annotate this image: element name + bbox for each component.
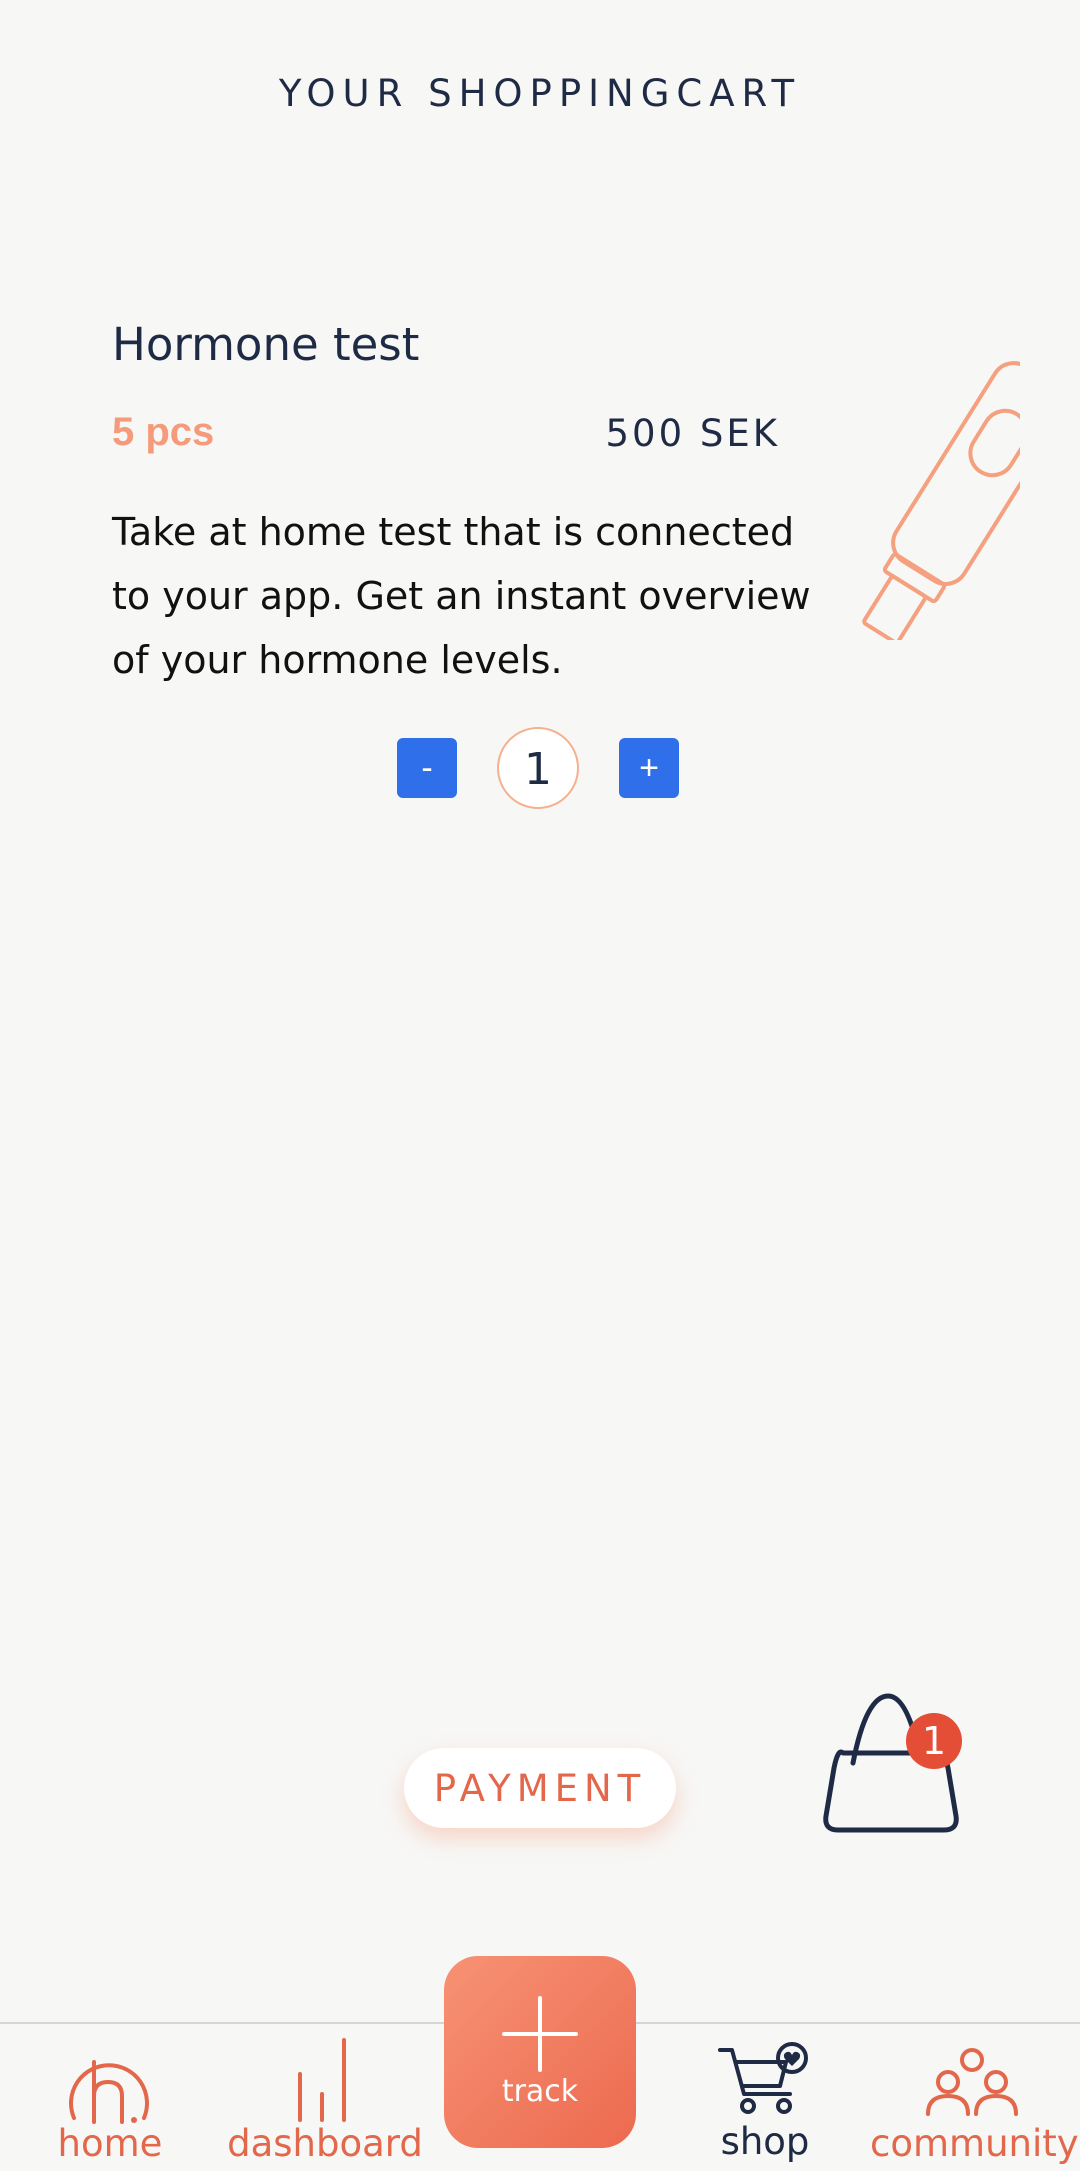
plus-icon bbox=[502, 1996, 578, 2072]
product-price: 500 SEK bbox=[605, 412, 780, 455]
payment-button[interactable]: PAYMENT bbox=[404, 1748, 676, 1828]
nav-item-dashboard[interactable]: dashboard bbox=[220, 2024, 430, 2171]
decrease-quantity-button[interactable]: - bbox=[397, 738, 457, 798]
nav-label-shop: shop bbox=[720, 2120, 810, 2163]
nav-item-home[interactable]: home bbox=[40, 2024, 180, 2171]
cart-count-badge: 1 bbox=[906, 1713, 962, 1769]
track-button[interactable]: track bbox=[444, 1956, 636, 2148]
nav-label-community: community bbox=[870, 2122, 1079, 2165]
nav-label-home: home bbox=[57, 2122, 163, 2165]
shop-cart-icon bbox=[718, 2042, 808, 2114]
nav-item-community[interactable]: community bbox=[870, 2024, 1079, 2171]
dashboard-bars-icon bbox=[298, 2038, 346, 2122]
track-label: track bbox=[501, 2074, 579, 2109]
nav-item-shop[interactable]: shop bbox=[690, 2024, 840, 2171]
product-description: Take at home test that is connected to y… bbox=[112, 510, 811, 682]
product-quantity-label: 5 pcs bbox=[112, 410, 215, 454]
page-title: YOUR SHOPPINGCART bbox=[278, 72, 802, 115]
nav-label-dashboard: dashboard bbox=[227, 2122, 423, 2165]
community-people-icon bbox=[926, 2048, 1018, 2116]
home-logo-icon bbox=[69, 2060, 149, 2124]
product-name: Hormone test bbox=[112, 318, 420, 371]
increase-quantity-button[interactable]: + bbox=[619, 738, 679, 798]
hormone-test-illustration bbox=[862, 361, 1020, 640]
quantity-value: 1 bbox=[497, 727, 579, 809]
